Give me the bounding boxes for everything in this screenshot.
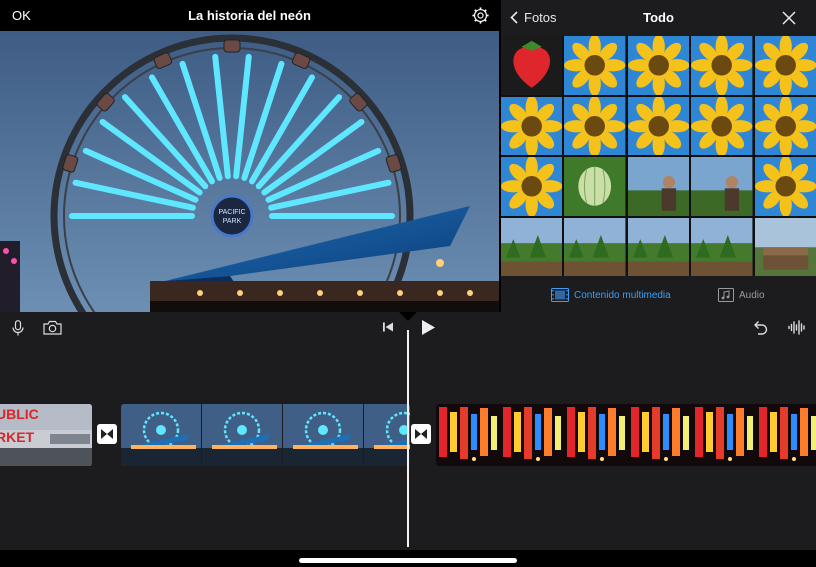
media-thumbnail-sunflower[interactable] — [754, 96, 816, 155]
media-thumbnail-strawberry[interactable] — [501, 36, 563, 95]
media-thumbnail-garden[interactable] — [501, 217, 563, 276]
media-thumbnail-garden-person[interactable] — [691, 157, 753, 216]
close-icon[interactable] — [782, 11, 796, 25]
media-thumbnail-sunflower[interactable] — [754, 157, 816, 216]
media-thumbnail-garden[interactable] — [564, 217, 626, 276]
viewer-toolbar: OK La historia del neón — [0, 0, 499, 31]
media-thumbnail-garden[interactable] — [627, 217, 690, 276]
tab-audio-label: Audio — [739, 289, 765, 301]
undo-icon[interactable] — [751, 320, 768, 335]
split-handle-icon[interactable] — [399, 312, 417, 322]
video-clip-market[interactable]: UBLIC RKET — [0, 404, 92, 466]
media-thumbnail-melon[interactable] — [564, 157, 626, 216]
playhead[interactable] — [407, 330, 409, 547]
camera-icon[interactable] — [43, 320, 62, 335]
waveform-icon[interactable] — [788, 320, 806, 335]
media-thumbnail-sunflower[interactable] — [501, 96, 563, 155]
film-icon — [551, 288, 569, 302]
media-thumbnail-sunflower[interactable] — [754, 36, 816, 95]
project-title: La historia del neón — [188, 8, 311, 23]
media-thumbnail-sunflower[interactable] — [501, 157, 563, 216]
media-thumbnail-garden-person[interactable] — [627, 157, 690, 216]
browser-title: Todo — [643, 10, 674, 25]
media-thumbnail-sunflower[interactable] — [691, 96, 753, 155]
home-indicator[interactable] — [299, 558, 517, 563]
tab-audio[interactable]: Audio — [718, 288, 765, 302]
skip-to-start-icon[interactable] — [382, 320, 394, 334]
play-icon[interactable] — [420, 319, 436, 336]
media-grid — [501, 36, 816, 276]
tab-media-label: Contenido multimedia — [574, 289, 671, 301]
media-thumbnail-sunflower[interactable] — [627, 96, 690, 155]
browser-header: Fotos Todo — [501, 0, 816, 36]
video-clip-neon-signs[interactable] — [436, 404, 816, 466]
svg-text:PARK: PARK — [223, 218, 242, 225]
transition-icon — [415, 429, 427, 439]
svg-text:RKET: RKET — [0, 429, 35, 445]
media-thumbnail-sunflower[interactable] — [564, 36, 626, 95]
svg-text:UBLIC: UBLIC — [0, 406, 39, 422]
music-icon — [718, 288, 734, 302]
media-browser: Fotos Todo Contenido multimedia Audio — [501, 0, 816, 312]
transition-icon — [101, 429, 113, 439]
video-viewer: OK La historia del neón PACIFIC PARK — [0, 0, 499, 312]
media-thumbnail-sunflower[interactable] — [564, 96, 626, 155]
microphone-icon[interactable] — [12, 320, 24, 336]
media-thumbnail-garden[interactable] — [691, 217, 753, 276]
transition-button[interactable] — [411, 424, 431, 444]
media-thumbnail-sunflower[interactable] — [627, 36, 690, 95]
svg-text:PACIFIC: PACIFIC — [218, 209, 245, 216]
gear-icon[interactable] — [472, 7, 489, 24]
media-thumbnail-garden-bench[interactable] — [754, 217, 816, 276]
tab-media[interactable]: Contenido multimedia — [551, 288, 671, 302]
browser-tabs: Contenido multimedia Audio — [501, 278, 816, 312]
media-thumbnail-sunflower[interactable] — [691, 36, 753, 95]
video-preview[interactable]: PACIFIC PARK — [0, 31, 499, 312]
video-clip-ferris-wheel[interactable] — [121, 404, 410, 466]
transition-button[interactable] — [97, 424, 117, 444]
